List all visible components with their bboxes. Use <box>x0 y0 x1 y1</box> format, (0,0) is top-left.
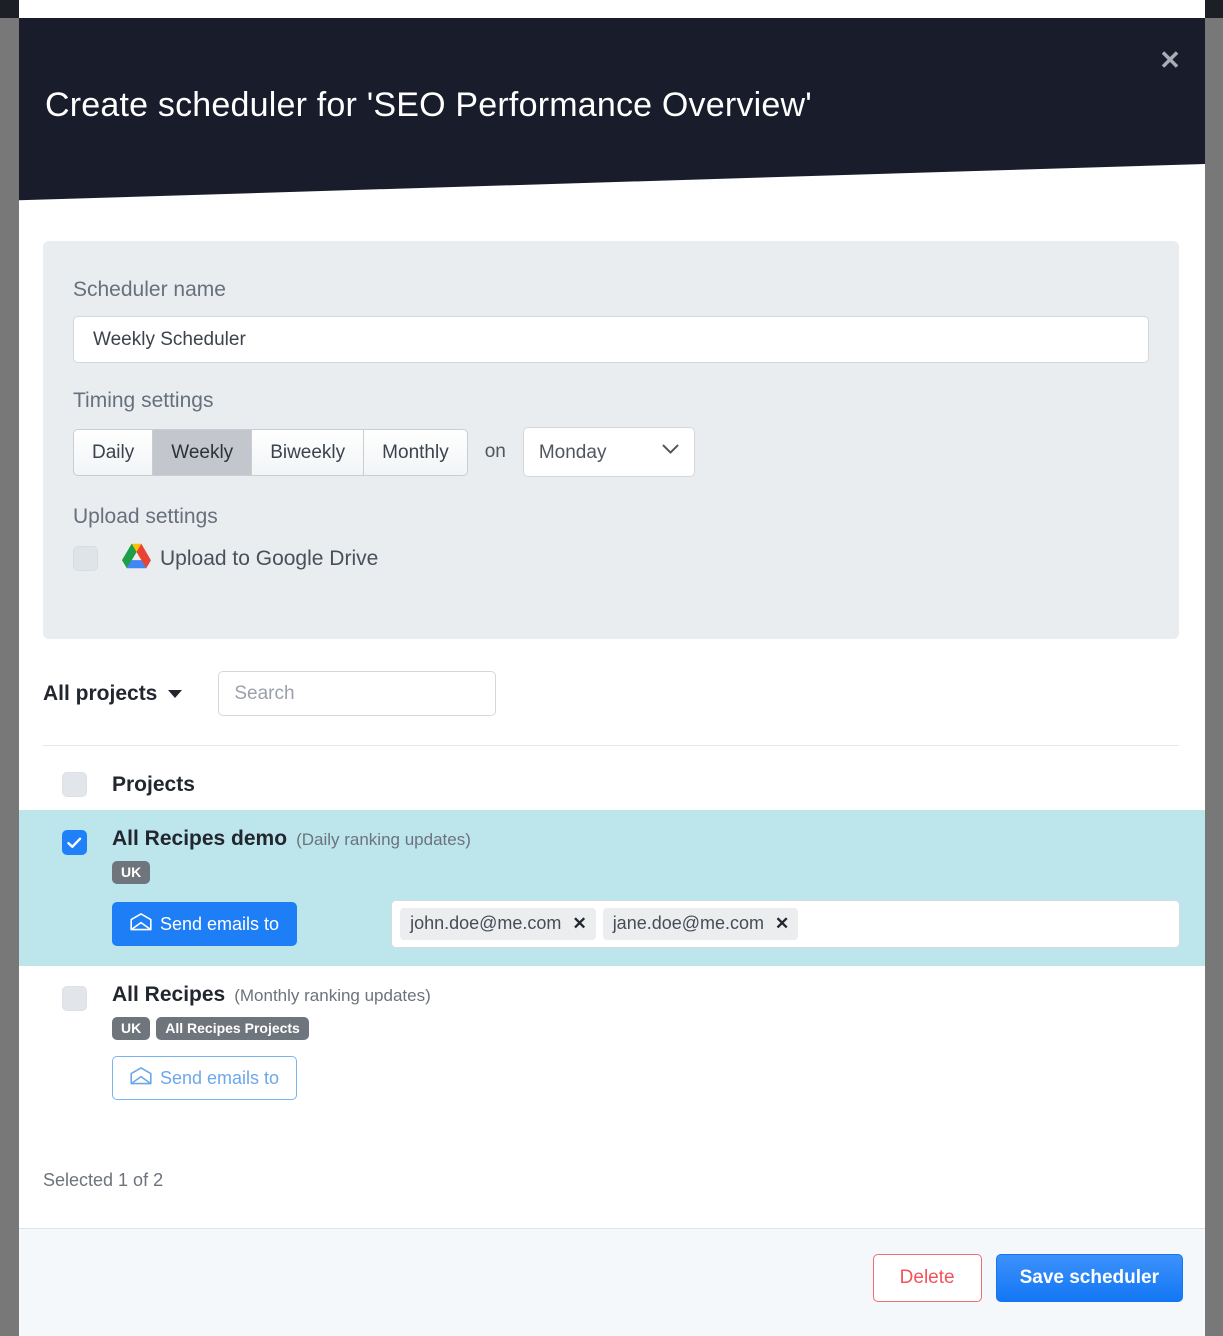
caret-down-icon <box>168 690 182 698</box>
project-details: All Recipes demo (Daily ranking updates)… <box>112 827 1205 948</box>
email-chip[interactable]: jane.doe@me.com ✕ <box>603 908 799 940</box>
table-row[interactable]: All Recipes (Monthly ranking updates) UK… <box>19 966 1205 1118</box>
status-badge: UK <box>112 1017 150 1040</box>
send-emails-to-button[interactable]: Send emails to <box>112 1056 297 1100</box>
page-title: Create scheduler for 'SEO Performance Ov… <box>45 86 812 125</box>
status-badge: UK <box>112 861 150 884</box>
project-checkbox[interactable] <box>62 986 87 1011</box>
project-email-line: Send emails to <box>112 1056 1205 1100</box>
timing-settings-row: Daily Weekly Biweekly Monthly on Monday <box>73 427 1149 477</box>
all-projects-dropdown[interactable]: All projects <box>43 682 182 706</box>
gdrive-checkbox[interactable] <box>73 546 98 571</box>
google-drive-icon <box>122 543 151 574</box>
selected-count-label: Selected 1 of 2 <box>43 1170 163 1191</box>
envelope-icon <box>130 913 152 936</box>
email-recipients-field[interactable]: john.doe@me.com ✕ jane.doe@me.com ✕ <box>391 900 1180 948</box>
create-scheduler-modal: Create scheduler for 'SEO Performance Ov… <box>19 0 1205 1336</box>
projects-list: Projects All Recipes demo (Daily ranking… <box>19 759 1205 1118</box>
project-details: All Recipes (Monthly ranking updates) UK… <box>112 983 1205 1100</box>
status-badge: All Recipes Projects <box>156 1017 309 1040</box>
day-select-wrapper: Monday <box>523 427 695 477</box>
project-description: (Monthly ranking updates) <box>234 986 431 1006</box>
email-chip-text: john.doe@me.com <box>410 913 561 934</box>
frequency-monthly[interactable]: Monthly <box>363 429 468 476</box>
scrollbar[interactable] <box>1205 18 1223 1336</box>
projects-list-header: Projects <box>19 759 1205 810</box>
project-name: All Recipes demo <box>112 827 287 851</box>
frequency-daily[interactable]: Daily <box>73 429 152 476</box>
envelope-icon <box>130 1067 152 1090</box>
send-emails-label: Send emails to <box>160 1068 279 1089</box>
project-title-line: All Recipes demo (Daily ranking updates) <box>112 827 1205 851</box>
all-projects-label: All projects <box>43 682 157 706</box>
scheduler-settings-card: Scheduler name Timing settings Daily Wee… <box>43 241 1179 639</box>
remove-email-icon[interactable]: ✕ <box>775 915 789 932</box>
scheduler-name-label: Scheduler name <box>73 278 1149 302</box>
on-label: on <box>485 441 506 463</box>
send-emails-label: Send emails to <box>160 914 279 935</box>
remove-email-icon[interactable]: ✕ <box>572 915 586 932</box>
email-chip-text: jane.doe@me.com <box>613 913 764 934</box>
gdrive-label: Upload to Google Drive <box>160 547 378 571</box>
upload-settings-label: Upload settings <box>73 505 1149 529</box>
frequency-biweekly[interactable]: Biweekly <box>251 429 363 476</box>
close-icon[interactable]: ✕ <box>1152 42 1188 78</box>
project-tags: UK <box>112 861 1205 884</box>
save-scheduler-button[interactable]: Save scheduler <box>996 1254 1183 1302</box>
scheduler-name-input[interactable] <box>73 316 1149 363</box>
select-all-checkbox[interactable] <box>62 772 87 797</box>
timing-settings-label: Timing settings <box>73 389 1149 413</box>
day-of-week-select[interactable]: Monday <box>523 427 695 477</box>
project-email-line: Send emails to john.doe@me.com ✕ jane.do… <box>112 900 1205 948</box>
project-description: (Daily ranking updates) <box>296 830 471 850</box>
project-checkbox[interactable] <box>62 830 87 855</box>
frequency-weekly[interactable]: Weekly <box>152 429 251 476</box>
modal-header: Create scheduler for 'SEO Performance Ov… <box>19 18 1205 204</box>
frequency-button-group: Daily Weekly Biweekly Monthly <box>73 429 468 476</box>
project-tags: UK All Recipes Projects <box>112 1017 1205 1040</box>
project-title-line: All Recipes (Monthly ranking updates) <box>112 983 1205 1007</box>
delete-button[interactable]: Delete <box>873 1254 982 1302</box>
send-emails-to-button[interactable]: Send emails to <box>112 902 297 946</box>
projects-header-label: Projects <box>112 773 195 797</box>
upload-to-google-drive-row[interactable]: Upload to Google Drive <box>73 543 1149 574</box>
table-row[interactable]: All Recipes demo (Daily ranking updates)… <box>19 810 1205 966</box>
email-chip[interactable]: john.doe@me.com ✕ <box>400 908 596 940</box>
footer-actions: Delete Save scheduler <box>873 1254 1183 1302</box>
list-divider <box>43 745 1179 746</box>
modal-footer: Delete Save scheduler <box>19 1228 1205 1336</box>
modal-body: Scheduler name Timing settings Daily Wee… <box>19 204 1205 1228</box>
filter-row: All projects <box>43 671 496 716</box>
search-input[interactable] <box>218 671 496 716</box>
project-name: All Recipes <box>112 983 225 1007</box>
